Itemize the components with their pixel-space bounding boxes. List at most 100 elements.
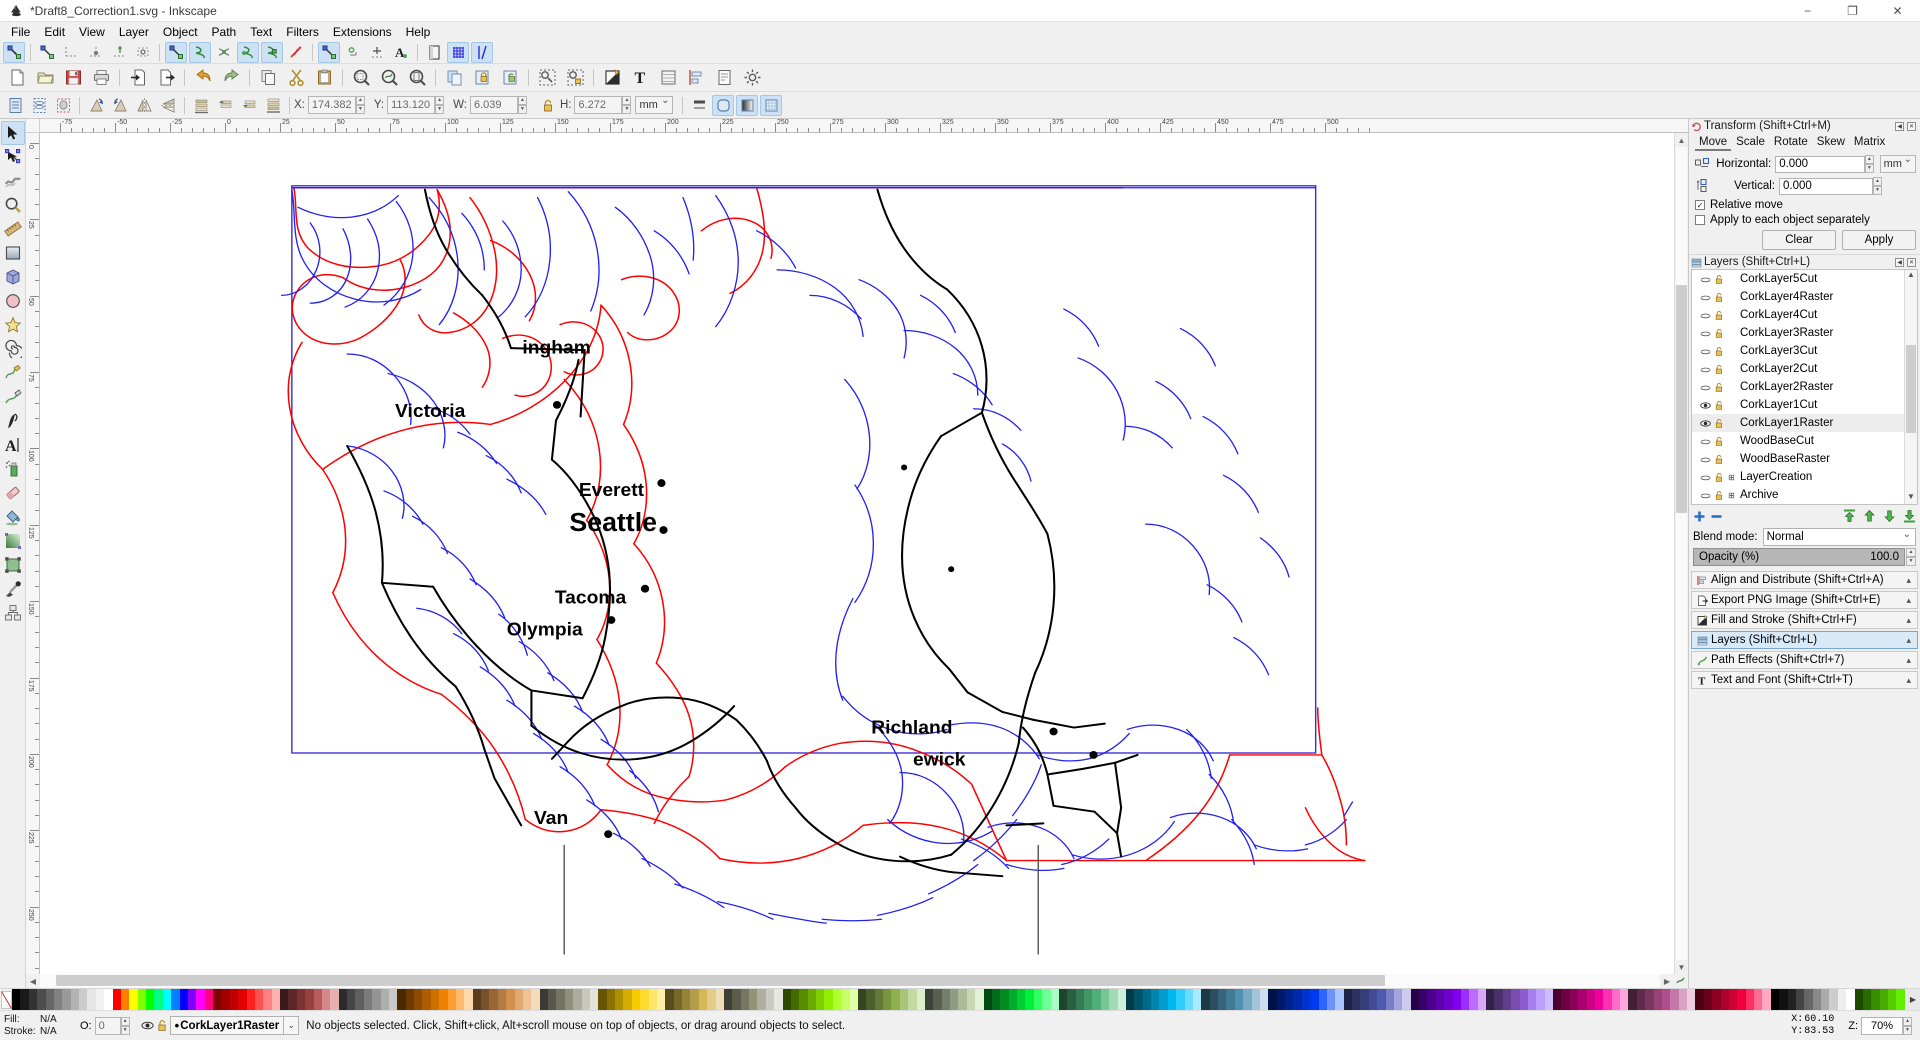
palette-swatch[interactable] — [422, 989, 431, 1010]
snap-midpoints-line-segments-button[interactable] — [285, 42, 307, 63]
scroll-down-button[interactable]: ▼ — [1675, 960, 1689, 974]
scroll-left-button[interactable]: ◀ — [26, 974, 40, 988]
layer-lock-icon[interactable] — [1712, 490, 1726, 501]
layer-lock-icon[interactable] — [1712, 292, 1726, 303]
palette-swatch[interactable] — [1402, 989, 1411, 1010]
palette-swatch[interactable] — [1720, 989, 1729, 1010]
palette-swatch[interactable] — [1653, 989, 1662, 1010]
ellipse-tool[interactable] — [1, 289, 25, 313]
palette-swatch[interactable] — [1092, 989, 1101, 1010]
x-input[interactable]: 174.382 — [307, 96, 356, 114]
layer-visibility-icon[interactable] — [1698, 365, 1712, 374]
layer-visibility-icon[interactable] — [1698, 275, 1712, 284]
layer-lock-icon[interactable] — [1712, 472, 1726, 483]
menu-file[interactable]: File — [4, 23, 37, 41]
palette-swatch[interactable] — [481, 989, 490, 1010]
scroll-up-button[interactable]: ▲ — [1675, 133, 1689, 147]
current-layer-dropdown-arrow[interactable]: ⌄ — [284, 1016, 300, 1035]
palette-swatch[interactable] — [849, 989, 858, 1010]
opacity-spinner[interactable]: ▲ ▼ — [1906, 548, 1916, 566]
palette-swatch[interactable] — [1268, 989, 1277, 1010]
palette-swatch[interactable] — [1661, 989, 1671, 1010]
palette-swatch[interactable] — [1226, 989, 1235, 1010]
palette-swatch[interactable] — [1234, 989, 1244, 1010]
layer-lock-icon[interactable] — [1712, 274, 1726, 285]
pencil-tool[interactable] — [1, 361, 25, 385]
palette-swatch[interactable] — [12, 989, 21, 1010]
menu-layer[interactable]: Layer — [112, 23, 156, 41]
zoom-drawing-icon[interactable] — [376, 65, 402, 90]
snap-to-paths-button[interactable] — [189, 41, 211, 63]
palette-swatch[interactable] — [891, 989, 900, 1010]
palette-swatch[interactable] — [53, 989, 63, 1010]
align-distribute-icon[interactable] — [683, 65, 709, 90]
palette-swatch[interactable] — [1611, 989, 1620, 1010]
palette-swatch[interactable] — [62, 989, 71, 1010]
palette-swatch[interactable] — [1745, 989, 1754, 1010]
rotate-ccw-icon[interactable] — [85, 95, 107, 116]
menu-text[interactable]: Text — [243, 23, 279, 41]
palette-swatch[interactable] — [355, 989, 364, 1010]
palette-swatch[interactable] — [1326, 989, 1336, 1010]
flip-vertical-icon[interactable] — [157, 95, 179, 116]
raise-layer-to-top-button[interactable] — [1843, 509, 1856, 523]
palette-swatch[interactable] — [782, 989, 791, 1010]
open-document-icon[interactable] — [32, 65, 58, 90]
palette-swatch[interactable] — [388, 989, 398, 1010]
palette-swatch[interactable] — [1762, 989, 1771, 1010]
palette-swatch[interactable] — [975, 989, 984, 1010]
palette-swatch[interactable] — [598, 989, 607, 1010]
palette-swatch[interactable] — [514, 989, 523, 1010]
palette-swatch[interactable] — [1084, 989, 1093, 1010]
palette-swatch[interactable] — [104, 989, 113, 1010]
flip-horizontal-icon[interactable] — [133, 95, 155, 116]
palette-swatch[interactable] — [372, 989, 381, 1010]
tab-skew[interactable]: Skew — [1813, 135, 1849, 151]
palette-swatch[interactable] — [1343, 989, 1352, 1010]
lower-layer-to-bottom-button[interactable] — [1903, 509, 1916, 523]
palette-swatch[interactable] — [1259, 989, 1269, 1010]
palette-swatch[interactable] — [1620, 989, 1629, 1010]
dialog-bar-fill-stroke[interactable]: Fill and Stroke (Shift+Ctrl+F) ▴ — [1691, 611, 1918, 629]
text-font-dialog-icon[interactable]: T — [627, 65, 653, 90]
palette-swatch[interactable] — [1393, 989, 1403, 1010]
palette-swatch[interactable] — [1452, 989, 1461, 1010]
palette-swatch[interactable] — [1536, 989, 1545, 1010]
save-document-icon[interactable] — [60, 65, 86, 90]
snap-nodes-paths-handles-button[interactable] — [165, 41, 187, 63]
palette-swatch[interactable] — [1067, 989, 1076, 1010]
dialog-expand-arrow[interactable]: ▴ — [1906, 655, 1917, 666]
palette-swatch[interactable] — [1603, 989, 1612, 1010]
snap-bbox-centers-button[interactable] — [132, 42, 154, 63]
transform-unit-select[interactable]: mm — [1879, 154, 1916, 173]
unlock-icon[interactable] — [155, 1019, 170, 1032]
palette-swatch[interactable] — [187, 989, 197, 1010]
palette-swatch[interactable] — [1829, 989, 1838, 1010]
snap-bounding-boxes-button[interactable] — [36, 42, 58, 63]
palette-swatch[interactable] — [1628, 989, 1637, 1010]
layer-visibility-icon[interactable] — [1698, 437, 1712, 446]
palette-swatch[interactable] — [79, 989, 88, 1010]
clone-icon[interactable] — [534, 65, 560, 90]
layers-rows-container[interactable]: CorkLayer5Cut CorkLayer4Raster CorkLayer4C… — [1692, 270, 1904, 504]
rotate-cw-icon[interactable] — [109, 95, 131, 116]
palette-swatch[interactable] — [866, 989, 875, 1010]
palette-swatch[interactable] — [1201, 989, 1210, 1010]
palette-swatch[interactable] — [296, 989, 306, 1010]
layer-row[interactable]: CorkLayer2Raster — [1692, 378, 1904, 396]
snap-bbox-edge-midpoints-button[interactable] — [108, 42, 130, 63]
palette-swatch[interactable] — [1553, 989, 1562, 1010]
layers-scroll-track[interactable] — [1906, 282, 1916, 492]
layer-row[interactable]: CorkLayer4Raster — [1692, 288, 1904, 306]
palette-swatch[interactable] — [1377, 989, 1386, 1010]
palette-swatch[interactable] — [1695, 989, 1704, 1010]
copy-icon[interactable] — [255, 65, 281, 90]
palette-swatch[interactable] — [656, 989, 666, 1010]
apply-each-checkbox[interactable] — [1695, 215, 1705, 225]
snap-others-button[interactable] — [318, 41, 340, 63]
palette-swatch[interactable] — [1854, 989, 1863, 1010]
snap-bbox-edges-button[interactable] — [60, 42, 82, 63]
palette-swatch[interactable] — [95, 989, 105, 1010]
export-icon[interactable] — [153, 65, 179, 90]
palette-swatch[interactable] — [841, 989, 850, 1010]
